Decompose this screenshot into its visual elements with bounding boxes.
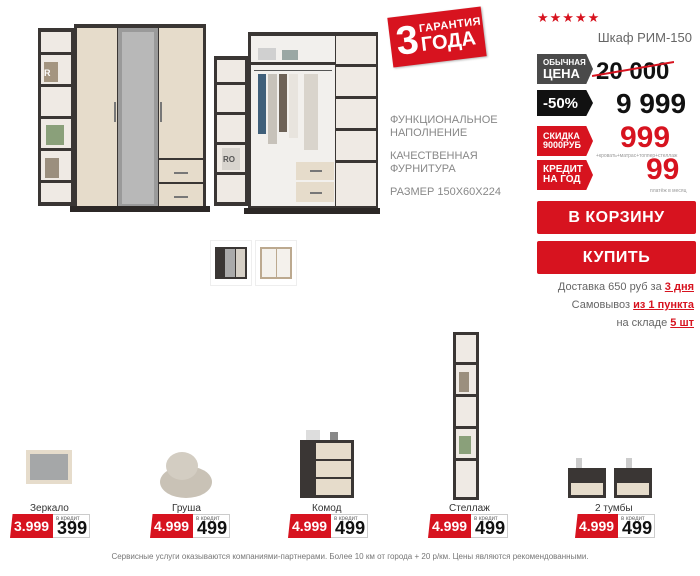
stock-count-link[interactable]: 5 шт bbox=[670, 317, 694, 329]
related-credit-label: в кредит bbox=[56, 516, 80, 522]
wardrobe-closed-image: R bbox=[38, 24, 210, 212]
product-title: Шкаф РИМ-150 bbox=[597, 30, 692, 45]
related-full-price: 3.999 bbox=[10, 514, 54, 538]
footer-disclaimer: Сервисные услуги оказываются компаниями-… bbox=[111, 552, 589, 561]
bonus-label-line2: 9000РУБ bbox=[543, 140, 581, 150]
buy-button[interactable]: КУПИТЬ bbox=[537, 241, 696, 274]
regular-price-label: ОБЫЧНАЯ ЦЕНА bbox=[537, 54, 593, 84]
stock-prefix: на складе bbox=[616, 317, 671, 329]
related-name-mirror[interactable]: Зеркало bbox=[30, 503, 69, 514]
delivery-days-link[interactable]: 3 дня bbox=[665, 281, 694, 293]
related-credit-label: в кредит bbox=[196, 516, 220, 522]
stock-info: на складе 5 шт bbox=[616, 317, 694, 329]
related-beanbag-image[interactable] bbox=[158, 448, 214, 500]
discount-label: -50% bbox=[537, 90, 593, 116]
credit-label-line2: НА ГОД bbox=[543, 174, 581, 185]
related-credit-label: в кредит bbox=[334, 516, 358, 522]
thumbnail-dark-image bbox=[215, 247, 247, 279]
delivery-info: Доставка 650 руб за 3 дня bbox=[558, 281, 694, 293]
feature-filling: ФУНКЦИОНАЛЬНОЕ НАПОЛНЕНИЕ bbox=[390, 114, 498, 139]
related-name-shelving[interactable]: Стеллаж bbox=[449, 503, 490, 514]
related-price-mirror: 3.999 в кредит 399 bbox=[10, 514, 91, 538]
pickup-info: Самовывоз из 1 пункта bbox=[572, 299, 694, 311]
delivery-prefix: Доставка 650 руб за bbox=[557, 281, 665, 293]
bonus-discount-label: СКИДКА 9000РУБ bbox=[537, 126, 593, 156]
related-price-dresser: 4.999 в кредит 499 bbox=[288, 514, 369, 538]
add-to-cart-button[interactable]: В КОРЗИНУ bbox=[537, 201, 696, 234]
related-name-dresser[interactable]: Комод bbox=[312, 503, 341, 514]
bonus-price: 999 bbox=[620, 121, 671, 154]
credit-price: 99 bbox=[646, 153, 680, 186]
related-price-nightstands: 4.999 в кредит 499 bbox=[575, 514, 656, 538]
related-credit-label: в кредит bbox=[474, 516, 498, 522]
thumbnail-dark[interactable] bbox=[210, 240, 252, 286]
related-full-price: 4.999 bbox=[575, 514, 619, 538]
related-full-price: 4.999 bbox=[428, 514, 472, 538]
related-nightstands-image[interactable] bbox=[566, 456, 656, 500]
credit-note: платёж в месяц bbox=[650, 188, 687, 194]
guarantee-years: 3 bbox=[393, 17, 422, 64]
svg-text:RO: RO bbox=[223, 155, 235, 164]
discount-value: -50% bbox=[543, 94, 579, 112]
credit-label: КРЕДИТ НА ГОД bbox=[537, 160, 593, 190]
feature-size: РАЗМЕР 150х60х224 bbox=[390, 186, 501, 198]
guarantee-badge: 3 ГАРАНТИЯ ГОДА bbox=[387, 6, 487, 68]
rating-stars: ★★★★★ bbox=[537, 10, 601, 25]
thumbnail-light[interactable] bbox=[255, 240, 297, 286]
related-credit-label: в кредит bbox=[621, 516, 645, 522]
related-price-beanbag: 4.999 в кредит 499 bbox=[150, 514, 231, 538]
old-price-strike bbox=[592, 61, 674, 77]
related-shelving-image[interactable] bbox=[451, 332, 481, 502]
related-price-shelving: 4.999 в кредит 499 bbox=[428, 514, 509, 538]
regular-price-label-line2: ЦЕНА bbox=[543, 65, 580, 81]
related-name-nightstands[interactable]: 2 тумбы bbox=[595, 503, 633, 514]
related-name-beanbag[interactable]: Груша bbox=[172, 503, 201, 514]
related-full-price: 4.999 bbox=[150, 514, 194, 538]
related-dresser-image[interactable] bbox=[296, 428, 356, 500]
thumbnail-light-image bbox=[260, 247, 292, 279]
svg-text:R: R bbox=[44, 68, 51, 78]
sale-price: 9 999 bbox=[616, 88, 687, 119]
pickup-points-link[interactable]: из 1 пункта bbox=[633, 299, 694, 311]
related-full-price: 4.999 bbox=[288, 514, 332, 538]
pickup-prefix: Самовывоз bbox=[571, 299, 634, 311]
related-mirror-image[interactable] bbox=[26, 448, 74, 488]
feature-hardware: КАЧЕСТВЕННАЯ ФУРНИТУРА bbox=[390, 150, 478, 175]
wardrobe-open-image: RO bbox=[214, 32, 380, 214]
